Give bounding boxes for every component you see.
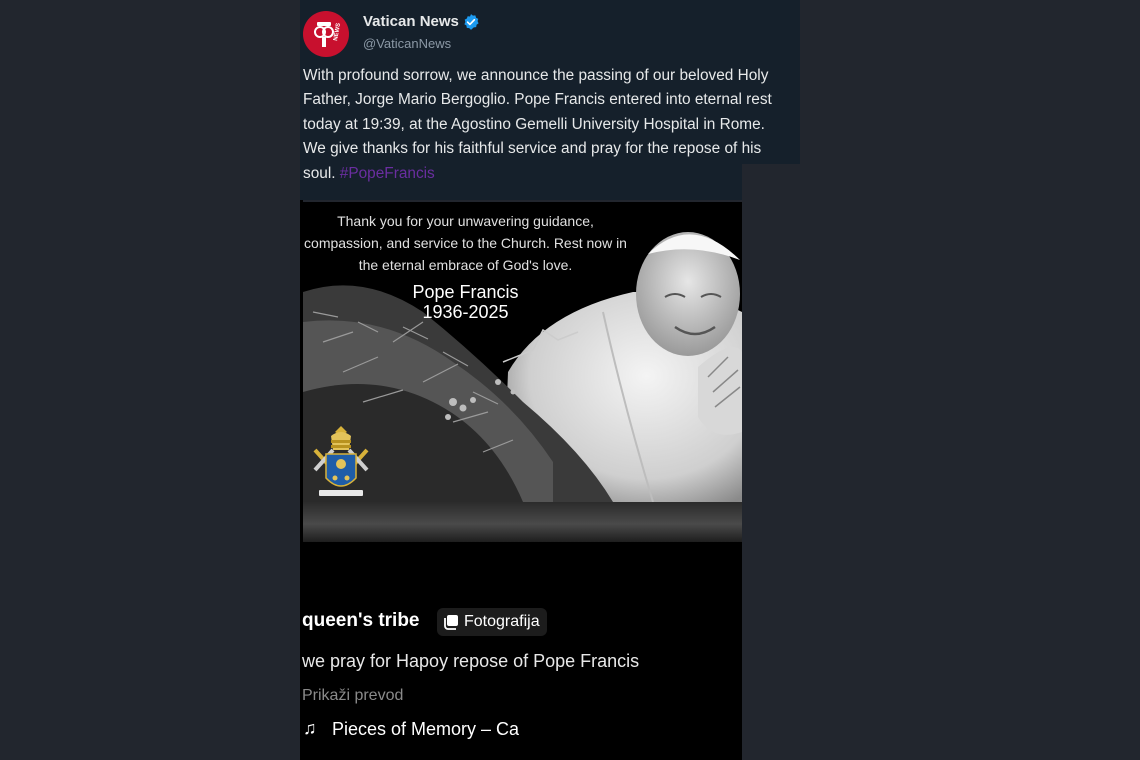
fotografija-tag[interactable]: Fotografija bbox=[437, 608, 547, 636]
pope-years: 1936-2025 bbox=[422, 302, 509, 322]
reel-username[interactable]: queen's tribe bbox=[302, 610, 420, 632]
vatican-news-avatar[interactable]: NEWS bbox=[303, 11, 349, 57]
photo-icon bbox=[444, 615, 458, 630]
tribute-caption: Thank you for your unwavering guidance, … bbox=[304, 213, 627, 273]
verified-badge-icon bbox=[464, 14, 479, 30]
image-bottom-fade bbox=[303, 502, 742, 542]
tweet-body: With profound sorrow, we announce the pa… bbox=[303, 64, 788, 186]
pope-name-years: Pope Francis 1936-2025 bbox=[383, 282, 548, 322]
music-track-title[interactable]: Pieces of Memory – Ca bbox=[332, 719, 536, 740]
papal-keys-logo-icon: NEWS bbox=[314, 22, 342, 47]
hashtag-link[interactable]: #PopeFrancis bbox=[340, 165, 435, 182]
reel-caption: we pray for Hapoy repose of Pope Francis bbox=[302, 651, 640, 671]
author-handle[interactable]: @VaticanNews bbox=[363, 36, 451, 51]
show-translation-link[interactable]: Prikaži prevod bbox=[302, 687, 403, 705]
music-note-icon: ♫ bbox=[303, 718, 317, 738]
author-name[interactable]: Vatican News bbox=[363, 13, 459, 30]
coat-of-arms-icon bbox=[313, 426, 369, 496]
tribute-image[interactable]: Thank you for your unwavering guidance, … bbox=[303, 202, 742, 502]
fotografija-label: Fotografija bbox=[464, 613, 540, 630]
pope-name: Pope Francis bbox=[412, 282, 519, 302]
avatar-news-label: NEWS bbox=[333, 23, 342, 42]
